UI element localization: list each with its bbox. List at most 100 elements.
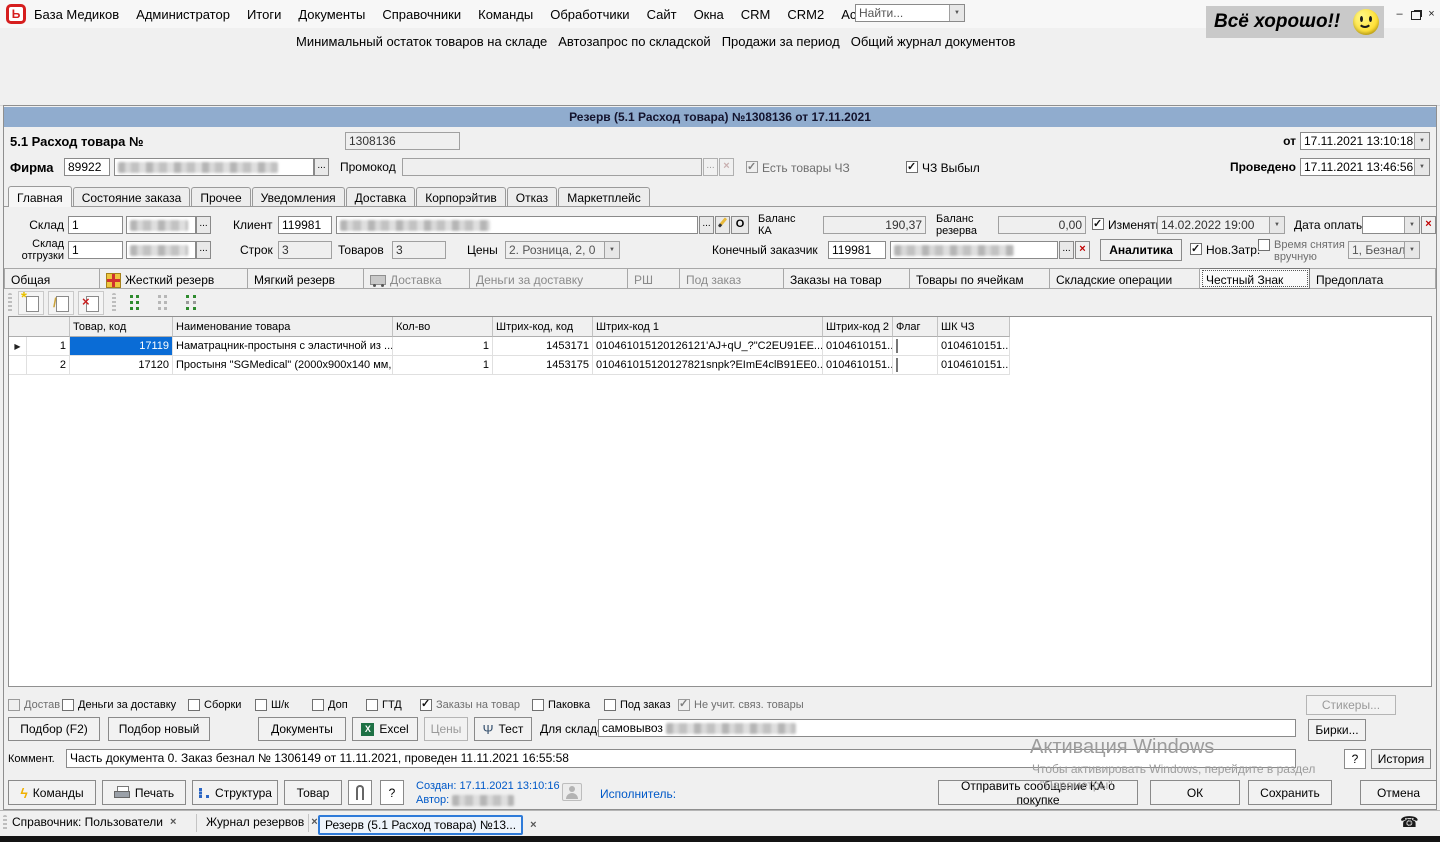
checkbox-box[interactable]	[312, 699, 324, 711]
tab-korporativ[interactable]: Корпорэйтив	[416, 187, 506, 207]
restore-button[interactable]	[1408, 8, 1423, 22]
sklad-code-field[interactable]: 1	[68, 216, 123, 234]
row-number-cell[interactable]: 1	[27, 337, 70, 356]
menu-item-obrabotchiki[interactable]: Обработчики	[550, 7, 629, 22]
name-cell[interactable]: Наматрацник-простыня с эластичной из ...	[173, 337, 393, 356]
structure-button[interactable]: Структура	[192, 780, 278, 805]
ok-button[interactable]: ОК	[1150, 780, 1240, 805]
flag-cell[interactable]	[893, 356, 938, 375]
tab-prochee[interactable]: Прочее	[191, 187, 250, 207]
final-customer-picker-button[interactable]: ...	[1059, 241, 1074, 259]
final-customer-clear-button[interactable]: ×	[1075, 241, 1090, 259]
group-rows-icon[interactable]	[124, 292, 146, 314]
chz-out-checkbox[interactable]: ЧЗ Выбыл	[906, 161, 980, 175]
checkbox-box[interactable]	[1092, 218, 1104, 230]
tab-pod-zakaz[interactable]: Под заказ	[680, 268, 784, 289]
checkbox-box[interactable]	[255, 699, 267, 711]
tab-skladskie-operacii[interactable]: Складские операции	[1050, 268, 1200, 289]
documents-button[interactable]: Документы	[258, 717, 346, 741]
firm-code-field[interactable]: 89922	[64, 158, 110, 176]
save-button[interactable]: Сохранить	[1248, 780, 1332, 805]
row-edit-button[interactable]: /	[48, 291, 74, 315]
checkbox-box[interactable]	[678, 699, 690, 711]
tovar-button[interactable]: Товар	[284, 780, 342, 805]
question-button[interactable]: ?	[380, 780, 404, 805]
row-delete-button[interactable]: ×	[78, 291, 104, 315]
close-tab-icon[interactable]: ×	[170, 816, 176, 828]
podbor-new-button[interactable]: Подбор новый	[108, 717, 210, 741]
dostavka-checkbox[interactable]: Доставка	[8, 699, 60, 711]
history-button[interactable]: История	[1371, 749, 1431, 769]
tovar-kod-cell[interactable]: 17119	[70, 337, 173, 356]
cancel-button[interactable]: Отмена	[1360, 780, 1437, 805]
session-tab-reserve[interactable]: Резерв (5.1 Расход товара) №13...×	[318, 815, 537, 835]
client-code-field[interactable]: 119981	[278, 216, 332, 234]
test-button[interactable]: ΨТест	[474, 717, 532, 741]
pod-zakaz-checkbox[interactable]: Под заказ	[604, 699, 671, 711]
checkbox-box[interactable]	[532, 699, 544, 711]
sklad-name-field[interactable]	[126, 216, 196, 234]
firm-name-field[interactable]	[114, 158, 314, 176]
tab-dengi-dostavka[interactable]: Деньги за доставку	[470, 268, 628, 289]
sklad-picker-button[interactable]: ...	[196, 216, 211, 234]
new-costs-checkbox[interactable]: Нов.Затр.	[1190, 243, 1260, 257]
header-shtrihkod2[interactable]: Штрих-код 2	[823, 317, 893, 337]
tab-obshaya[interactable]: Общая	[4, 268, 100, 289]
sklad2-name-field[interactable]	[126, 241, 196, 259]
dengi-dostavka-checkbox[interactable]: Деньги за доставку	[62, 699, 176, 711]
help-small-button[interactable]: ?	[1344, 749, 1366, 769]
menu-app-title[interactable]: База Медиков	[34, 7, 119, 22]
tovar-kod-cell[interactable]: 17120	[70, 356, 173, 375]
row-add-button[interactable]: *	[18, 291, 44, 315]
checkbox-box[interactable]	[604, 699, 616, 711]
analytics-button[interactable]: Аналитика	[1100, 239, 1182, 261]
link-min-ostatok[interactable]: Минимальный остаток товаров на складе	[296, 34, 547, 49]
flag-cell[interactable]	[893, 337, 938, 356]
tab-rsh[interactable]: РШ	[628, 268, 680, 289]
checkbox-box[interactable]	[1258, 239, 1270, 251]
header-tovar-kod[interactable]: Товар, код	[70, 317, 173, 337]
pakovka-checkbox[interactable]: Паковка	[532, 699, 590, 711]
attachment-button[interactable]	[348, 780, 372, 805]
barcode1-cell[interactable]: 010461015120127821snpk?EImE4clB91EE0...	[593, 356, 823, 375]
client-name-field[interactable]	[336, 216, 698, 234]
toolbar-grip[interactable]	[8, 293, 12, 313]
checkbox-box[interactable]	[420, 699, 432, 711]
shk-checkbox[interactable]: Ш/к	[255, 699, 289, 711]
header-kolvo[interactable]: Кол-во	[393, 317, 493, 337]
link-prodazhi[interactable]: Продажи за период	[722, 34, 840, 49]
doc-number-field[interactable]: 1308136	[345, 132, 460, 150]
tab-dostavka[interactable]: Доставка	[346, 187, 416, 207]
client-o-button[interactable]: O	[731, 216, 749, 234]
zakazy-na-tovar-checkbox[interactable]: Заказы на товар	[420, 699, 520, 711]
checkbox-box[interactable]	[8, 699, 20, 711]
sklad2-picker-button[interactable]: ...	[196, 241, 211, 259]
barcode2-cell[interactable]: 0104610151...	[823, 356, 893, 375]
doc-date-field[interactable]: 17.11.2021 13:10:18	[1300, 132, 1430, 150]
flag-checkbox[interactable]	[896, 358, 898, 372]
checkbox-box[interactable]	[188, 699, 200, 711]
menu-item-crm[interactable]: CRM	[741, 7, 771, 22]
pay-date-clear-button[interactable]: ×	[1421, 216, 1436, 234]
session-tab-journal[interactable]: Журнал резервов×	[206, 815, 318, 829]
client-edit-button[interactable]	[715, 216, 730, 234]
dop-checkbox[interactable]: Доп	[312, 699, 348, 711]
flag-checkbox[interactable]	[896, 339, 898, 353]
menu-item-sait[interactable]: Сайт	[647, 7, 677, 22]
print-button[interactable]: Печать	[102, 780, 186, 805]
tab-zakazy-na-tovar[interactable]: Заказы на товар	[784, 268, 910, 289]
for-sklad-field[interactable]: самовывоз	[598, 719, 1296, 737]
birki-button[interactable]: Бирки...	[1308, 719, 1366, 741]
checkbox-box[interactable]	[906, 161, 918, 173]
shk-chz-cell[interactable]: 0104610151...	[938, 356, 1010, 375]
header-shtrihkod-kod[interactable]: Штрих-код, код	[493, 317, 593, 337]
header-flag[interactable]: Флаг	[893, 317, 938, 337]
client-picker-button[interactable]: ...	[699, 216, 714, 234]
send-message-button[interactable]: Отправить сообщение КА о покупке	[938, 780, 1138, 805]
tab-glavnaya[interactable]: Главная	[8, 186, 72, 207]
session-tab-users[interactable]: Справочник: Пользователи×	[12, 815, 176, 829]
excel-button[interactable]: XExcel	[352, 717, 418, 741]
header-shtrihkod1[interactable]: Штрих-код 1	[593, 317, 823, 337]
group-tree-icon[interactable]	[180, 292, 202, 314]
barcode-code-cell[interactable]: 1453171	[493, 337, 593, 356]
